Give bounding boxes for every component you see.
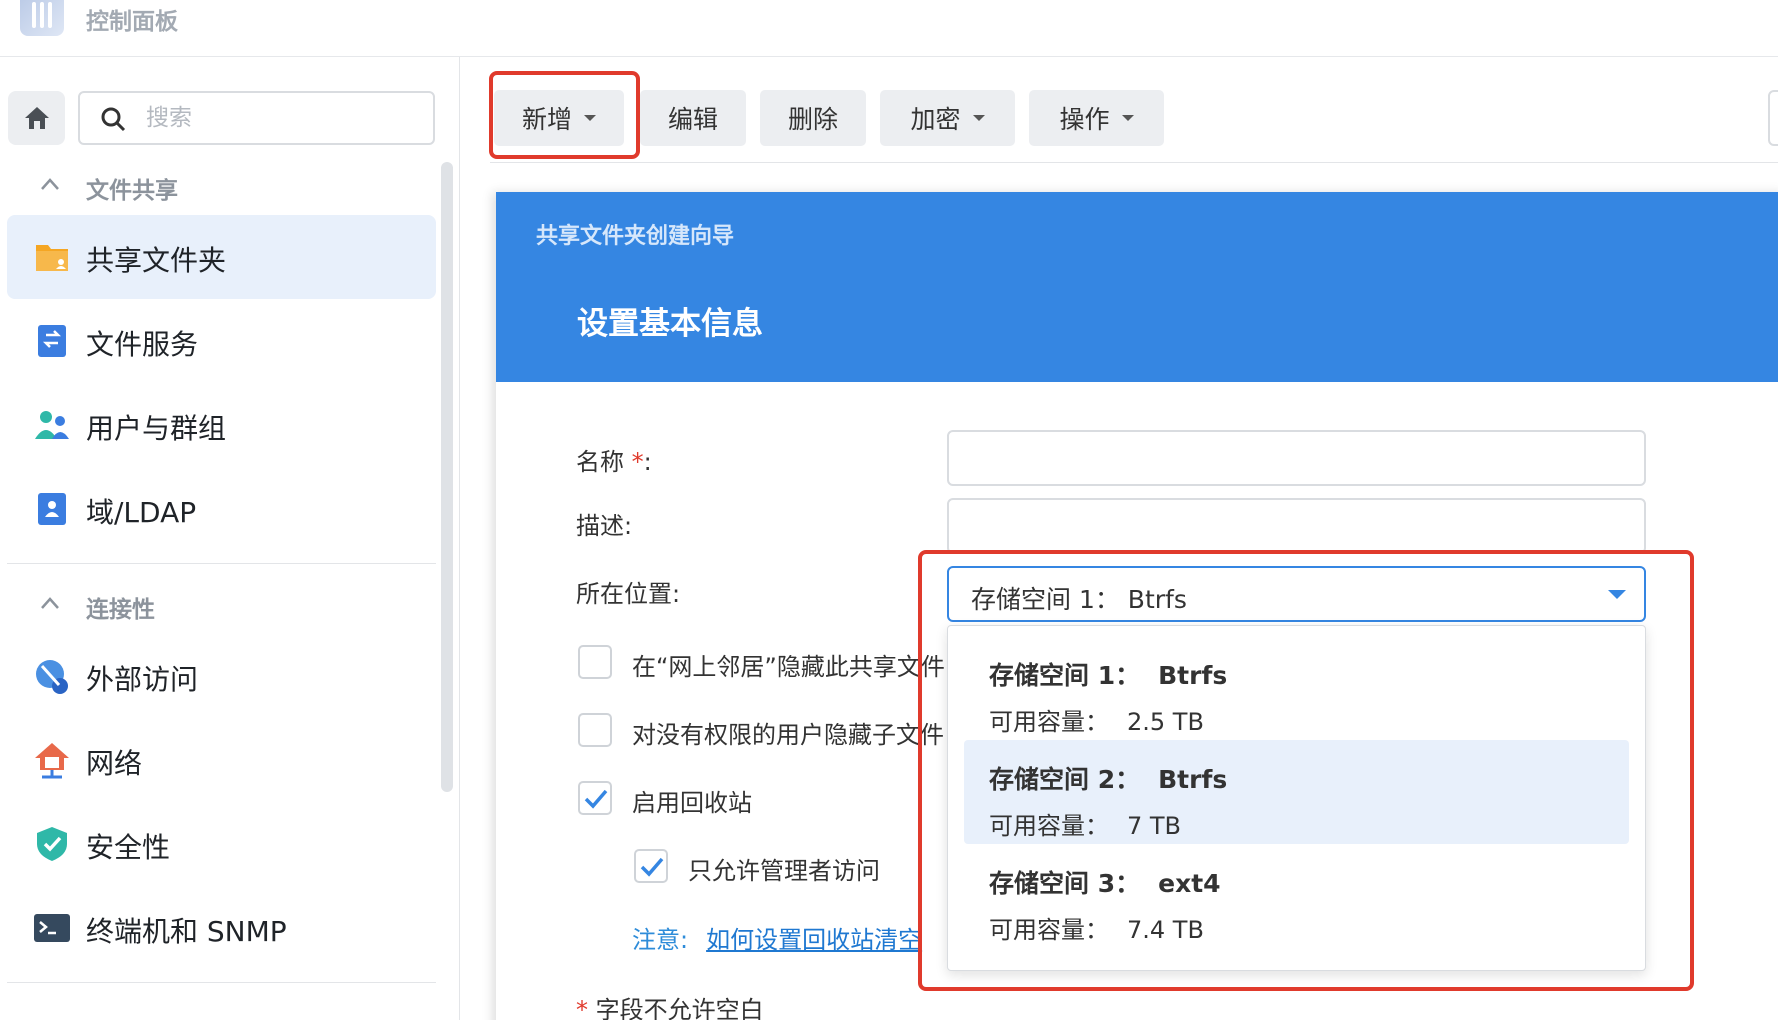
- recycle-bin-note: 注意: 如何设置回收站清空: [632, 926, 923, 954]
- description-label: 描述:: [576, 512, 633, 540]
- security-shield-icon: [37, 827, 67, 861]
- user-group-icon: [35, 411, 69, 439]
- sidebar-item-network[interactable]: 网络: [7, 718, 436, 802]
- shared-folder-icon: [36, 245, 68, 271]
- hide-network-label: 在“网上邻居”隐藏此共享文件: [632, 653, 945, 681]
- recycle-bin-help-link[interactable]: 如何设置回收站清空: [706, 926, 922, 954]
- edit-button[interactable]: 编辑: [640, 90, 746, 146]
- domain-ldap-icon: [38, 493, 66, 525]
- title-bar: 控制面板: [0, 0, 1778, 57]
- name-label: 名称 *:: [576, 448, 652, 476]
- hide-subfolders-checkbox[interactable]: [578, 713, 612, 747]
- sidebar-item-external-access[interactable]: 外部访问: [7, 634, 436, 718]
- home-icon: [25, 107, 49, 129]
- location-label: 所在位置:: [576, 580, 681, 608]
- search-input[interactable]: [146, 103, 416, 133]
- app-title: 控制面板: [86, 9, 178, 35]
- hide-subfolders-label: 对没有权限的用户隐藏子文件: [632, 721, 944, 749]
- sidebar-item-shared-folder[interactable]: 共享文件夹: [7, 215, 436, 299]
- name-field[interactable]: [947, 430, 1646, 486]
- caret-down-icon: [1121, 115, 1134, 121]
- action-button[interactable]: 操作: [1029, 90, 1164, 146]
- required-field-note: * 字段不允许空白: [576, 996, 764, 1020]
- toolbar-right-control[interactable]: [1768, 90, 1778, 146]
- caret-down-icon: [972, 115, 985, 121]
- enable-recycle-bin-label: 启用回收站: [632, 789, 752, 817]
- external-access-icon: [36, 660, 68, 694]
- sidebar-item-user-group[interactable]: 用户与群组: [7, 383, 436, 467]
- sidebar-divider: [7, 563, 436, 564]
- sidebar-item-file-services[interactable]: 文件服务: [7, 299, 436, 383]
- chevron-up-icon: [41, 597, 59, 609]
- sidebar-nav: 文件共享 共享文件夹 文件服务 用户与群组 域/LDAP 连接性 外部访问 网络…: [0, 157, 440, 995]
- sidebar: 文件共享 共享文件夹 文件服务 用户与群组 域/LDAP 连接性 外部访问: [0, 57, 460, 1020]
- control-panel-icon: [20, 0, 64, 36]
- hide-network-checkbox[interactable]: [578, 645, 612, 679]
- wizard-subtitle: 共享文件夹创建向导: [536, 224, 735, 249]
- delete-button[interactable]: 删除: [760, 90, 866, 146]
- admin-only-checkbox[interactable]: [634, 849, 668, 883]
- section-header-connectivity[interactable]: 连接性: [0, 576, 440, 634]
- sidebar-scrollbar[interactable]: [441, 162, 453, 792]
- sidebar-item-security[interactable]: 安全性: [7, 802, 436, 886]
- file-services-icon: [38, 325, 66, 357]
- admin-only-label: 只允许管理者访问: [688, 857, 880, 885]
- search-box[interactable]: [78, 91, 435, 145]
- wizard-title: 设置基本信息: [577, 306, 763, 342]
- checkmark-icon: [640, 857, 664, 877]
- highlight-create-button: [489, 71, 640, 159]
- search-icon: [101, 107, 126, 132]
- terminal-icon: [34, 914, 70, 942]
- sidebar-divider: [7, 982, 436, 983]
- description-field[interactable]: [947, 498, 1646, 554]
- highlight-location-dropdown: [918, 550, 1694, 991]
- sidebar-item-domain-ldap[interactable]: 域/LDAP: [7, 467, 436, 551]
- home-button[interactable]: [8, 91, 65, 145]
- network-icon: [35, 743, 69, 779]
- chevron-up-icon: [41, 178, 59, 190]
- encrypt-button[interactable]: 加密: [880, 90, 1015, 146]
- toolbar-divider: [490, 162, 1778, 163]
- enable-recycle-bin-checkbox[interactable]: [578, 781, 612, 815]
- wizard-header: 共享文件夹创建向导 设置基本信息: [496, 192, 1778, 382]
- sidebar-item-terminal-snmp[interactable]: 终端机和 SNMP: [7, 886, 436, 970]
- checkmark-icon: [584, 789, 608, 809]
- section-header-file-sharing[interactable]: 文件共享: [0, 157, 440, 215]
